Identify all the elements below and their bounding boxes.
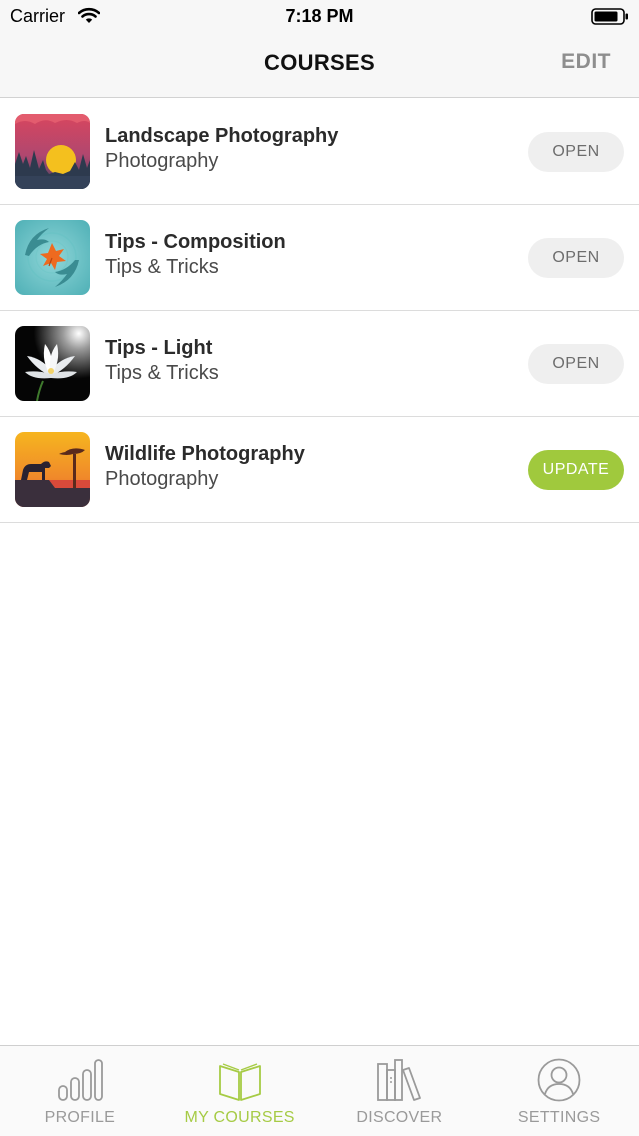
course-category: Photography: [105, 468, 219, 490]
tab-settings[interactable]: SETTINGS: [479, 1046, 639, 1136]
course-row[interactable]: Tips - Light Tips & Tricks OPEN: [0, 311, 639, 417]
open-course-button[interactable]: OPEN: [528, 238, 624, 278]
user-circle-icon: [536, 1058, 582, 1107]
tab-discover[interactable]: DISCOVER: [320, 1046, 480, 1136]
open-course-button[interactable]: OPEN: [528, 344, 624, 384]
course-row[interactable]: Landscape Photography Photography OPEN: [0, 99, 639, 205]
status-bar: Carrier 7:18 PM: [0, 0, 639, 34]
lion-savanna-icon: [15, 432, 90, 507]
status-time: 7:18 PM: [285, 6, 354, 26]
tab-my-courses[interactable]: MY COURSES: [160, 1046, 320, 1136]
lotus-flower-icon: [15, 326, 90, 401]
course-category: Tips & Tricks: [105, 256, 219, 278]
open-course-button[interactable]: OPEN: [528, 132, 624, 172]
course-title: Wildlife Photography: [105, 443, 305, 465]
course-title: Tips - Light: [105, 337, 213, 359]
course-category: Photography: [105, 150, 219, 172]
landscape-sunset-icon: [15, 114, 90, 189]
course-category: Tips & Tricks: [105, 362, 219, 384]
navigation-bar: COURSES EDIT: [0, 34, 639, 98]
course-list: Landscape Photography Photography OPEN T…: [0, 99, 639, 523]
tab-label: MY COURSES: [184, 1109, 295, 1126]
open-book-icon: [217, 1058, 263, 1107]
course-row[interactable]: Wildlife Photography Photography UPDATE: [0, 417, 639, 523]
tab-label: PROFILE: [44, 1109, 116, 1126]
update-course-button[interactable]: UPDATE: [528, 450, 624, 490]
tab-label: DISCOVER: [356, 1109, 443, 1126]
bar-chart-icon: [57, 1058, 103, 1107]
tab-bar: PROFILE MY COURSES DISCOVER SETTINGS: [0, 1045, 639, 1136]
koi-fish-leaf-icon: [15, 220, 90, 295]
tab-profile[interactable]: PROFILE: [0, 1046, 160, 1136]
tab-label: SETTINGS: [517, 1109, 601, 1126]
course-title: Landscape Photography: [105, 125, 339, 147]
course-row[interactable]: Tips - Composition Tips & Tricks OPEN: [0, 205, 639, 311]
books-shelf-icon: [376, 1058, 422, 1107]
page-title: COURSES: [264, 50, 375, 75]
edit-button[interactable]: EDIT: [561, 50, 611, 74]
battery-icon: [591, 8, 629, 25]
course-title: Tips - Composition: [105, 231, 286, 253]
